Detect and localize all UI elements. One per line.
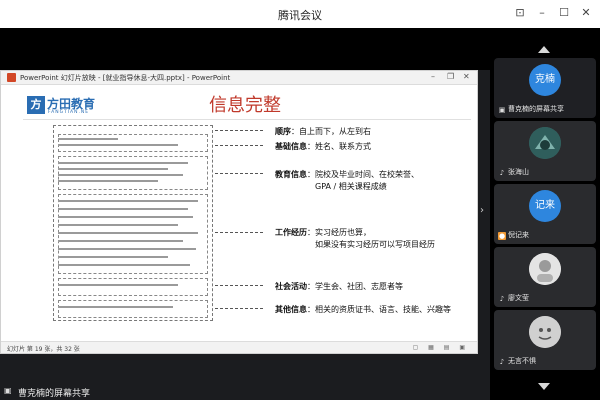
resume-line (58, 162, 188, 164)
connector-line (215, 145, 263, 146)
collapse-panel-chevron-icon[interactable]: › (480, 205, 484, 216)
view-mode-icons[interactable]: ▢ ▦ ▤ ▣ (413, 344, 469, 351)
resume-line (58, 248, 196, 250)
maximize-icon[interactable]: ☐ (556, 5, 572, 21)
label-other-info: 其他信息：相关的资质证书、语言、技能、兴趣等 (275, 305, 451, 314)
resume-line (58, 216, 193, 218)
connector-line (215, 173, 263, 174)
avatar (529, 253, 561, 285)
connector-line (215, 285, 263, 286)
resume-line (58, 264, 190, 266)
shared-screen-top-band (0, 28, 490, 70)
ppt-close-icon[interactable]: ✕ (463, 72, 470, 81)
user-icon: ● (498, 232, 506, 240)
resume-line (58, 174, 183, 176)
powerpoint-window: PowerPoint 幻灯片放映 - [就业指导休息-大四.pptx] - Po… (0, 70, 478, 354)
close-icon[interactable]: ✕ (578, 5, 594, 21)
connector-line (215, 130, 263, 131)
resume-work-section (58, 194, 208, 274)
connector-line (215, 308, 263, 309)
screen-share-icon: ▣ (4, 386, 12, 395)
slide-counter: 幻灯片 第 19 张，共 32 张 (7, 346, 80, 353)
screen-share-icon: ▣ (498, 106, 506, 114)
participant-name: 倪记来 (508, 231, 529, 239)
label-work-experience-line2: 如果没有实习经历可以写项目经历 (315, 240, 435, 249)
scroll-down-arrow-icon[interactable] (538, 383, 550, 390)
avatar: 克楠 (529, 64, 561, 96)
participant-tile[interactable]: ♪ 张海山 (494, 121, 596, 181)
participant-name: 廖文莹 (508, 294, 529, 302)
resume-line (58, 200, 198, 202)
label-order: 顺序：自上而下，从左到右 (275, 127, 371, 136)
logo-subtext: FANGTIAN.NE (48, 110, 90, 115)
resume-line (58, 180, 158, 182)
resume-basic-section (58, 134, 208, 152)
slide-divider (23, 119, 471, 120)
window-title: 腾讯会议 (278, 9, 322, 22)
slide-title: 信息完整 (209, 95, 281, 116)
connector-line (215, 232, 263, 233)
participant-panel: 克楠 ▣ 曹克楠的屏幕共享 ♪ 张海山 记来 ● 倪记来 ♪ 廖文莹 ♪ 无言不… (490, 28, 600, 400)
avatar (529, 316, 561, 348)
participant-tile[interactable]: 记来 ● 倪记来 (494, 184, 596, 244)
ppt-status-bar: 幻灯片 第 19 张，共 32 张 ▢ ▦ ▤ ▣ (1, 341, 477, 353)
logo-mark-icon: 方 (27, 96, 45, 114)
avatar-art-icon (529, 253, 561, 285)
avatar-art-icon (529, 316, 561, 348)
resume-line (58, 208, 188, 210)
resume-line (58, 138, 118, 140)
label-social-activities: 社会活动：学生会、社团、志愿者等 (275, 282, 403, 291)
participant-name: 张海山 (508, 168, 529, 176)
avatar: 记来 (529, 190, 561, 222)
tencent-meeting-window: 腾讯会议 ⊡ – ☐ ✕ PowerPoint 幻灯片放映 - [就业指导休息-… (0, 0, 600, 400)
mic-icon: ♪ (499, 358, 505, 366)
participant-tile[interactable]: ♪ 无言不惧 (494, 310, 596, 370)
ppt-minimize-icon[interactable]: – (431, 72, 435, 81)
label-work-experience: 工作经历：实习经历也算， (275, 228, 371, 237)
mic-icon: ♪ (499, 295, 505, 303)
avatar-art-icon (529, 127, 561, 159)
minimize-icon[interactable]: – (534, 5, 550, 21)
avatar (529, 127, 561, 159)
ppt-window-title: PowerPoint 幻灯片放映 - [就业指导休息-大四.pptx] - Po… (20, 74, 231, 82)
ppt-title-bar: PowerPoint 幻灯片放映 - [就业指导休息-大四.pptx] - Po… (1, 71, 477, 85)
resume-line (58, 256, 168, 258)
company-logo: 方 方田教育 FANGTIAN.NE (27, 93, 95, 119)
resume-line (58, 168, 168, 170)
pin-icon[interactable]: ⊡ (512, 5, 528, 21)
resume-sample-image (53, 125, 213, 321)
mic-icon: ♪ (499, 169, 505, 177)
label-education-info: 教育信息：院校及毕业时间、在校荣誉、 (275, 170, 419, 179)
screen-share-label: 曹克楠的屏幕共享 (18, 389, 91, 399)
resume-other-section (58, 300, 208, 318)
resume-line (58, 240, 183, 242)
resume-line (58, 284, 178, 286)
title-bar: 腾讯会议 ⊡ – ☐ ✕ (0, 0, 600, 28)
resume-activity-section (58, 278, 208, 296)
label-education-info-line2: GPA / 相关课程成绩 (315, 182, 387, 191)
powerpoint-icon (7, 73, 16, 82)
label-basic-info: 基础信息：姓名、联系方式 (275, 142, 371, 151)
participant-tile[interactable]: 克楠 ▣ 曹克楠的屏幕共享 (494, 58, 596, 118)
resume-line (58, 144, 178, 146)
scroll-up-arrow-icon[interactable] (538, 46, 550, 53)
ppt-restore-icon[interactable]: ❐ (447, 72, 454, 81)
resume-line (58, 224, 178, 226)
participant-name: 曹克楠的屏幕共享 (508, 105, 564, 113)
resume-line (58, 232, 198, 234)
bottom-status-bar: ▣ 曹克楠的屏幕共享 (0, 383, 490, 400)
resume-line (58, 306, 173, 308)
participant-name: 无言不惧 (508, 357, 536, 365)
slide-canvas: 方 方田教育 FANGTIAN.NE 信息完整 顺序：自上而下，从左到右 基础信… (23, 91, 471, 343)
participant-tile[interactable]: ♪ 廖文莹 (494, 247, 596, 307)
